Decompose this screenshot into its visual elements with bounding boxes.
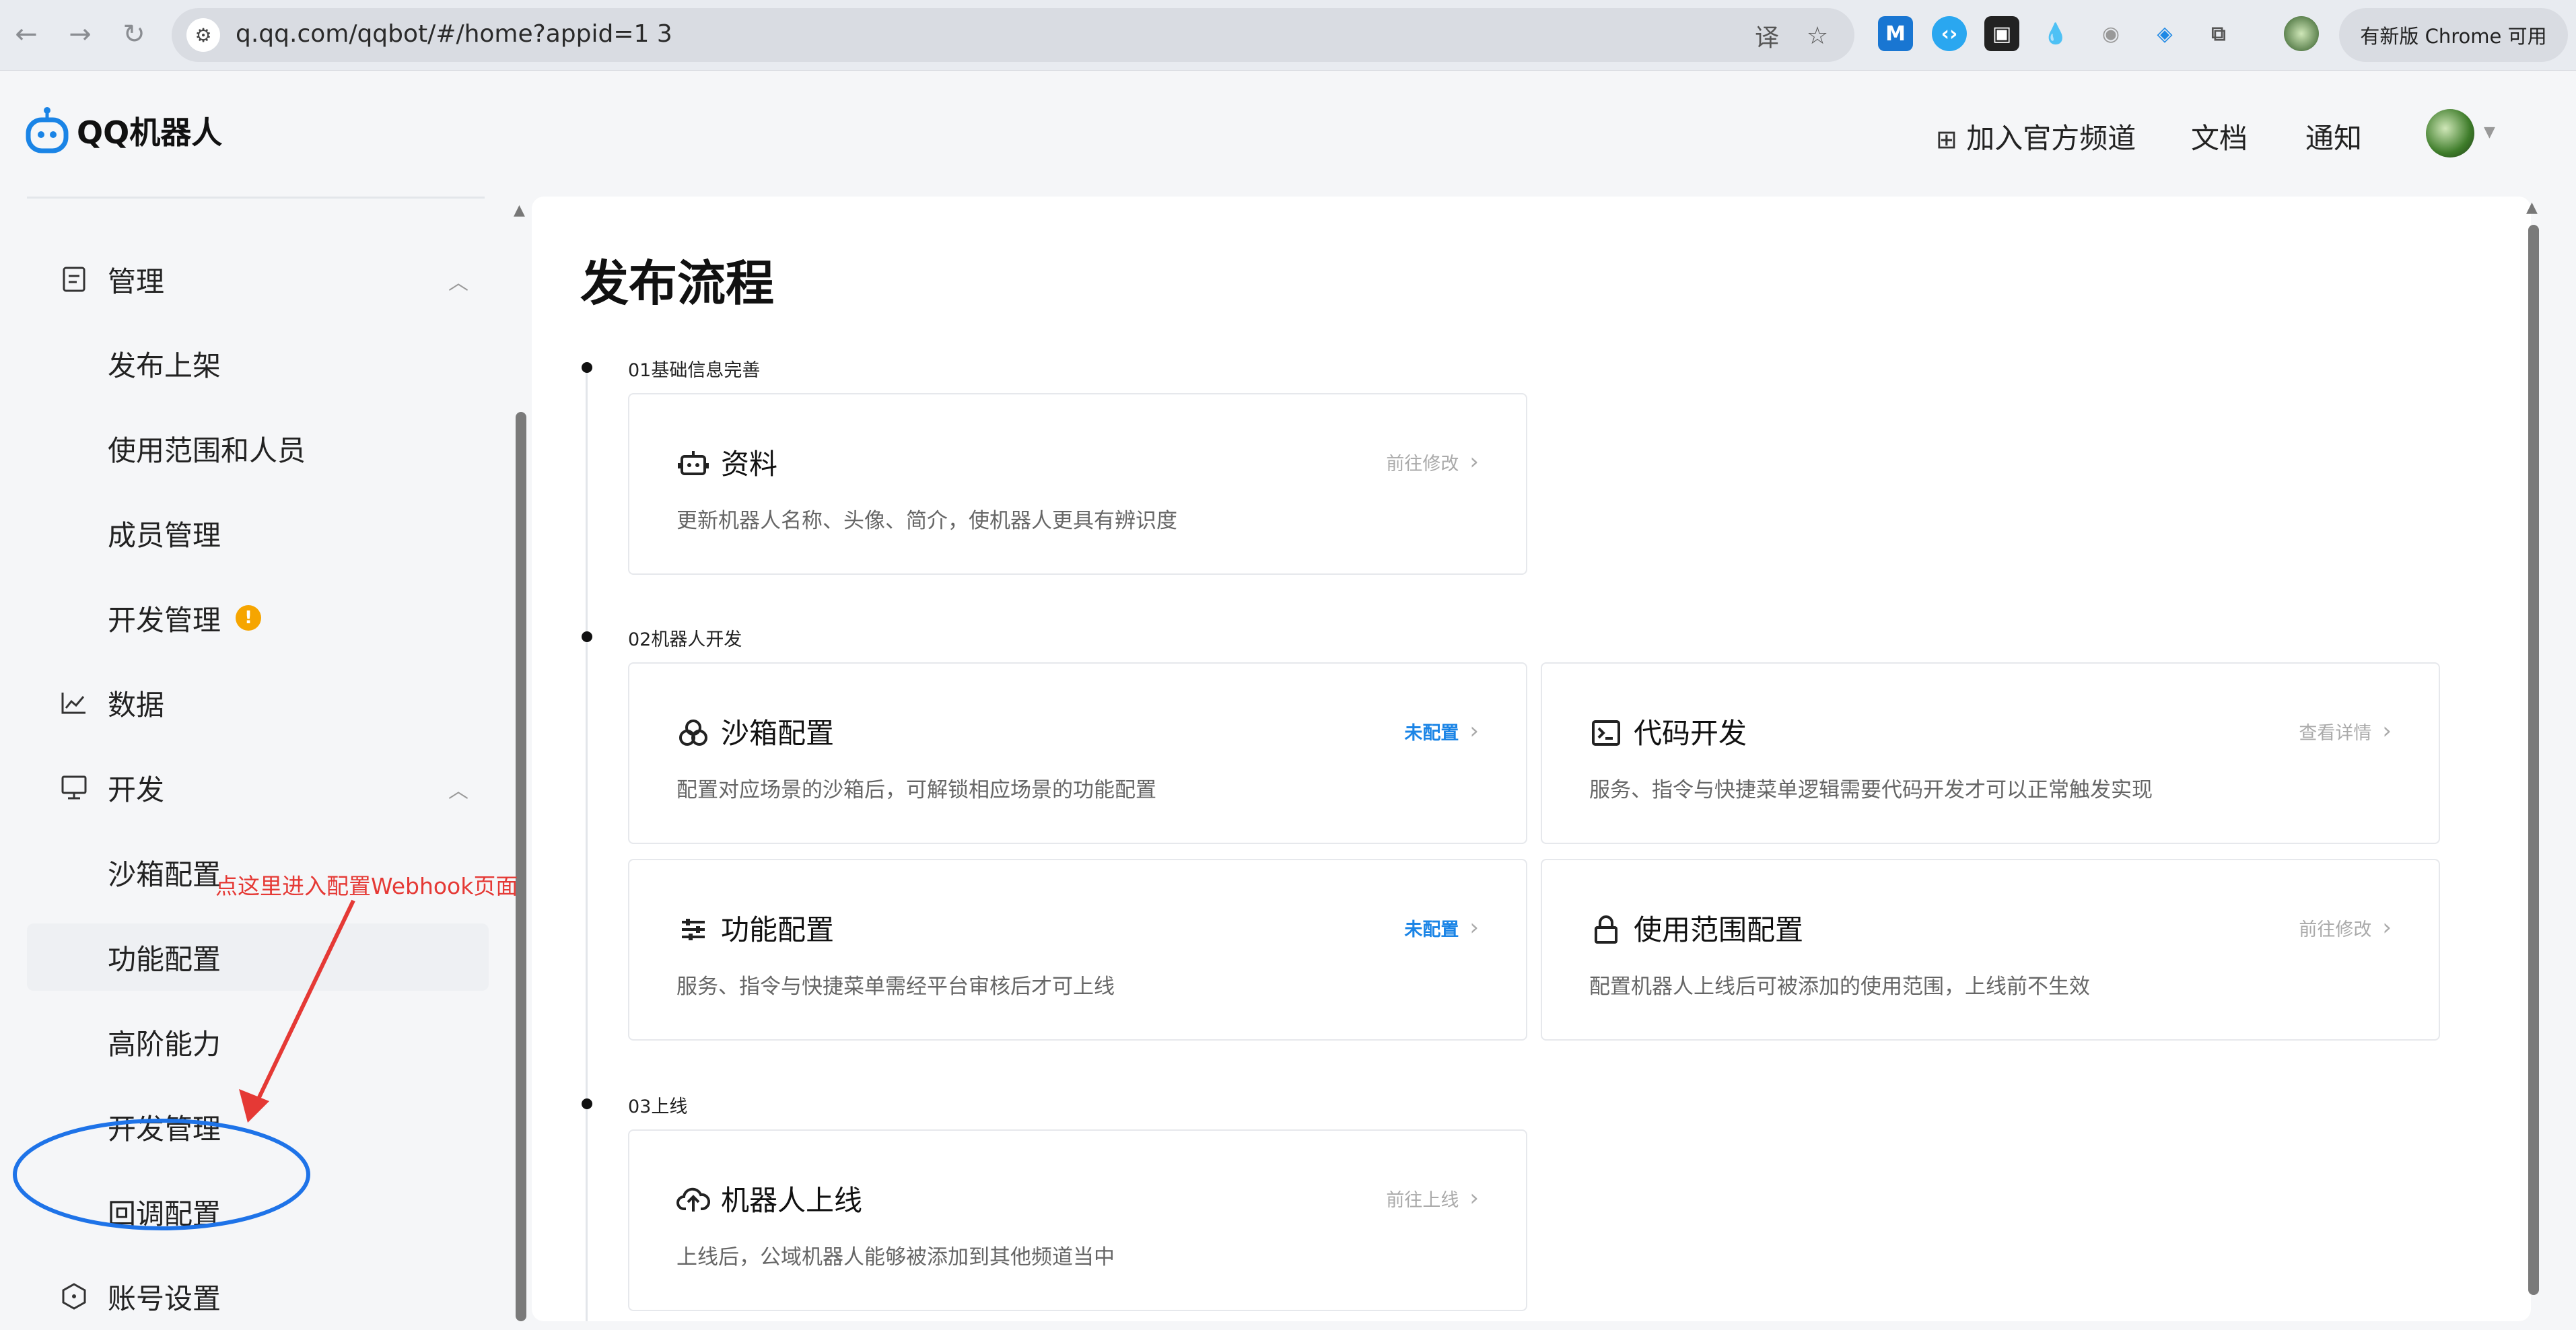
sandbox-icon [676, 716, 710, 750]
chevron-right-icon: › [1469, 914, 1479, 941]
main-scroll-up-icon[interactable]: ▲ [2526, 199, 2538, 216]
card-scope-config[interactable]: 使用范围配置 配置机器人上线后可被添加的使用范围，上线前不生效 前往修改 › [1541, 859, 2440, 1041]
chevron-right-icon: › [2382, 718, 2392, 744]
card-status-link[interactable]: 未配置 › [1404, 914, 1479, 941]
card-description: 服务、指令与快捷菜单逻辑需要代码开发才可以正常触发实现 [1589, 778, 2153, 802]
card-title: 代码开发 [1634, 717, 1747, 750]
card-title: 功能配置 [721, 913, 835, 946]
card-description: 配置机器人上线后可被添加的使用范围，上线前不生效 [1589, 975, 2090, 999]
card-description: 配置对应场景的沙箱后，可解锁相应场景的功能配置 [676, 778, 1156, 802]
card-description: 上线后，公域机器人能够被添加到其他频道当中 [676, 1245, 1115, 1269]
section-label-bot-dev: 02机器人开发 [628, 629, 742, 650]
chevron-right-icon: › [1469, 448, 1479, 475]
card-title: 沙箱配置 [721, 717, 835, 750]
terminal-icon [1589, 716, 1623, 750]
chevron-right-icon: › [1469, 1185, 1479, 1212]
card-description: 更新机器人名称、头像、简介，使机器人更具有辨识度 [676, 509, 1177, 533]
main-scrollbar[interactable] [2528, 225, 2539, 1295]
annotation-arrowhead [239, 1089, 269, 1123]
card-description: 服务、指令与快捷菜单需经平台审核后才可上线 [676, 975, 1115, 999]
timeline-dot [582, 362, 592, 373]
card-status-link[interactable]: 未配置 › [1404, 718, 1479, 744]
timeline-line [586, 368, 588, 1321]
card-action-link[interactable]: 前往上线 › [1386, 1185, 1479, 1212]
card-action-link[interactable]: 前往修改 › [1386, 448, 1479, 475]
section-label-basic-info: 01基础信息完善 [628, 360, 761, 381]
section-label-launch: 03上线 [628, 1096, 688, 1117]
timeline-dot [582, 1098, 592, 1109]
card-code-dev[interactable]: 代码开发 服务、指令与快捷菜单逻辑需要代码开发才可以正常触发实现 查看详情 › [1541, 662, 2440, 844]
chevron-right-icon: › [1469, 718, 1479, 744]
card-action-link[interactable]: 前往修改 › [2299, 914, 2392, 941]
card-sandbox-config[interactable]: 沙箱配置 配置对应场景的沙箱后，可解锁相应场景的功能配置 未配置 › [628, 662, 1527, 844]
card-profile[interactable]: 资料 更新机器人名称、头像、简介，使机器人更具有辨识度 前往修改 › [628, 393, 1527, 575]
main-content: 发布流程 01基础信息完善 资料 更新机器人名称、头像、简介，使机器人更具有辨识… [532, 197, 2531, 1321]
lock-icon [1589, 913, 1623, 946]
card-title: 使用范围配置 [1634, 913, 1804, 946]
robot-icon [676, 447, 710, 481]
sliders-icon [676, 913, 710, 946]
timeline-dot [582, 631, 592, 642]
card-bot-launch[interactable]: 机器人上线 上线后，公域机器人能够被添加到其他频道当中 前往上线 › [628, 1129, 1527, 1311]
chevron-right-icon: › [2382, 914, 2392, 941]
page-title: 发布流程 [580, 255, 775, 312]
card-feature-config[interactable]: 功能配置 服务、指令与快捷菜单需经平台审核后才可上线 未配置 › [628, 859, 1527, 1041]
card-title: 机器人上线 [721, 1184, 863, 1217]
card-title: 资料 [721, 448, 778, 481]
cloud-upload-icon [676, 1183, 710, 1217]
annotation-arrow [252, 899, 355, 1109]
annotation-circle [13, 1119, 310, 1230]
card-action-link[interactable]: 查看详情 › [2299, 718, 2392, 744]
annotation-text: 点这里进入配置Webhook页面 [215, 873, 518, 899]
